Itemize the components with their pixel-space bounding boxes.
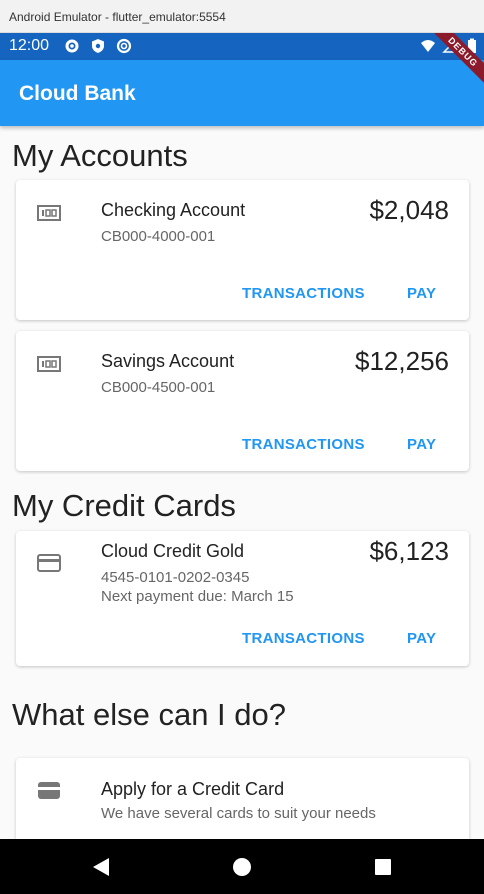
item-title: Apply for a Credit Card <box>101 779 285 799</box>
pay-button[interactable]: PAY <box>407 630 436 647</box>
account-number: CB000-4500-001 <box>101 379 216 396</box>
pay-button[interactable]: PAY <box>407 285 436 302</box>
item-description: We have several cards to suit your needs <box>101 805 376 822</box>
card-due-date: Next payment due: March 15 <box>101 588 294 605</box>
home-icon[interactable] <box>232 857 252 877</box>
card-number: 4545-0101-0202-0345 <box>101 569 250 586</box>
recents-icon[interactable] <box>373 857 393 877</box>
card-name: Cloud Credit Gold <box>101 541 245 561</box>
navigation-bar <box>0 839 484 894</box>
accounts-section-title: My Accounts <box>12 138 188 173</box>
checking-account-card[interactable]: Checking Account CB000-4000-001 $2,048 T… <box>16 180 469 320</box>
transactions-button[interactable]: TRANSACTIONS <box>242 285 365 302</box>
debug-banner-container: DEBUG <box>404 33 484 113</box>
credit-card-card[interactable]: Cloud Credit Gold 4545-0101-0202-0345 Ne… <box>16 531 469 666</box>
account-number: CB000-4000-001 <box>101 228 216 245</box>
window-title: Android Emulator - flutter_emulator:5554 <box>9 10 226 24</box>
status-time: 12:00 <box>9 37 50 54</box>
debug-banner: DEBUG <box>426 33 484 89</box>
account-balance: $2,048 <box>369 195 449 225</box>
transactions-button[interactable]: TRANSACTIONS <box>242 630 365 647</box>
account-name: Savings Account <box>101 351 235 371</box>
savings-account-card[interactable]: Savings Account CB000-4500-001 $12,256 T… <box>16 331 469 471</box>
gear-icon <box>65 39 79 53</box>
account-name: Checking Account <box>101 200 246 220</box>
credit-section-title: My Credit Cards <box>12 488 236 523</box>
shield-icon <box>92 39 104 53</box>
card-balance: $6,123 <box>369 536 449 566</box>
credit-card-icon <box>37 554 61 572</box>
account-balance: $12,256 <box>355 346 449 376</box>
else-section-title: What else can I do? <box>12 697 286 732</box>
bank-account-icon <box>37 205 61 221</box>
transactions-button[interactable]: TRANSACTIONS <box>242 436 365 453</box>
pay-button[interactable]: PAY <box>407 436 436 453</box>
app-title: Cloud Bank <box>19 82 136 105</box>
bank-account-icon <box>37 356 61 372</box>
back-icon[interactable] <box>91 857 111 877</box>
window-title-bar: Android Emulator - flutter_emulator:5554 <box>0 0 484 33</box>
wallet-icon <box>38 782 60 799</box>
circle-icon <box>116 38 132 54</box>
